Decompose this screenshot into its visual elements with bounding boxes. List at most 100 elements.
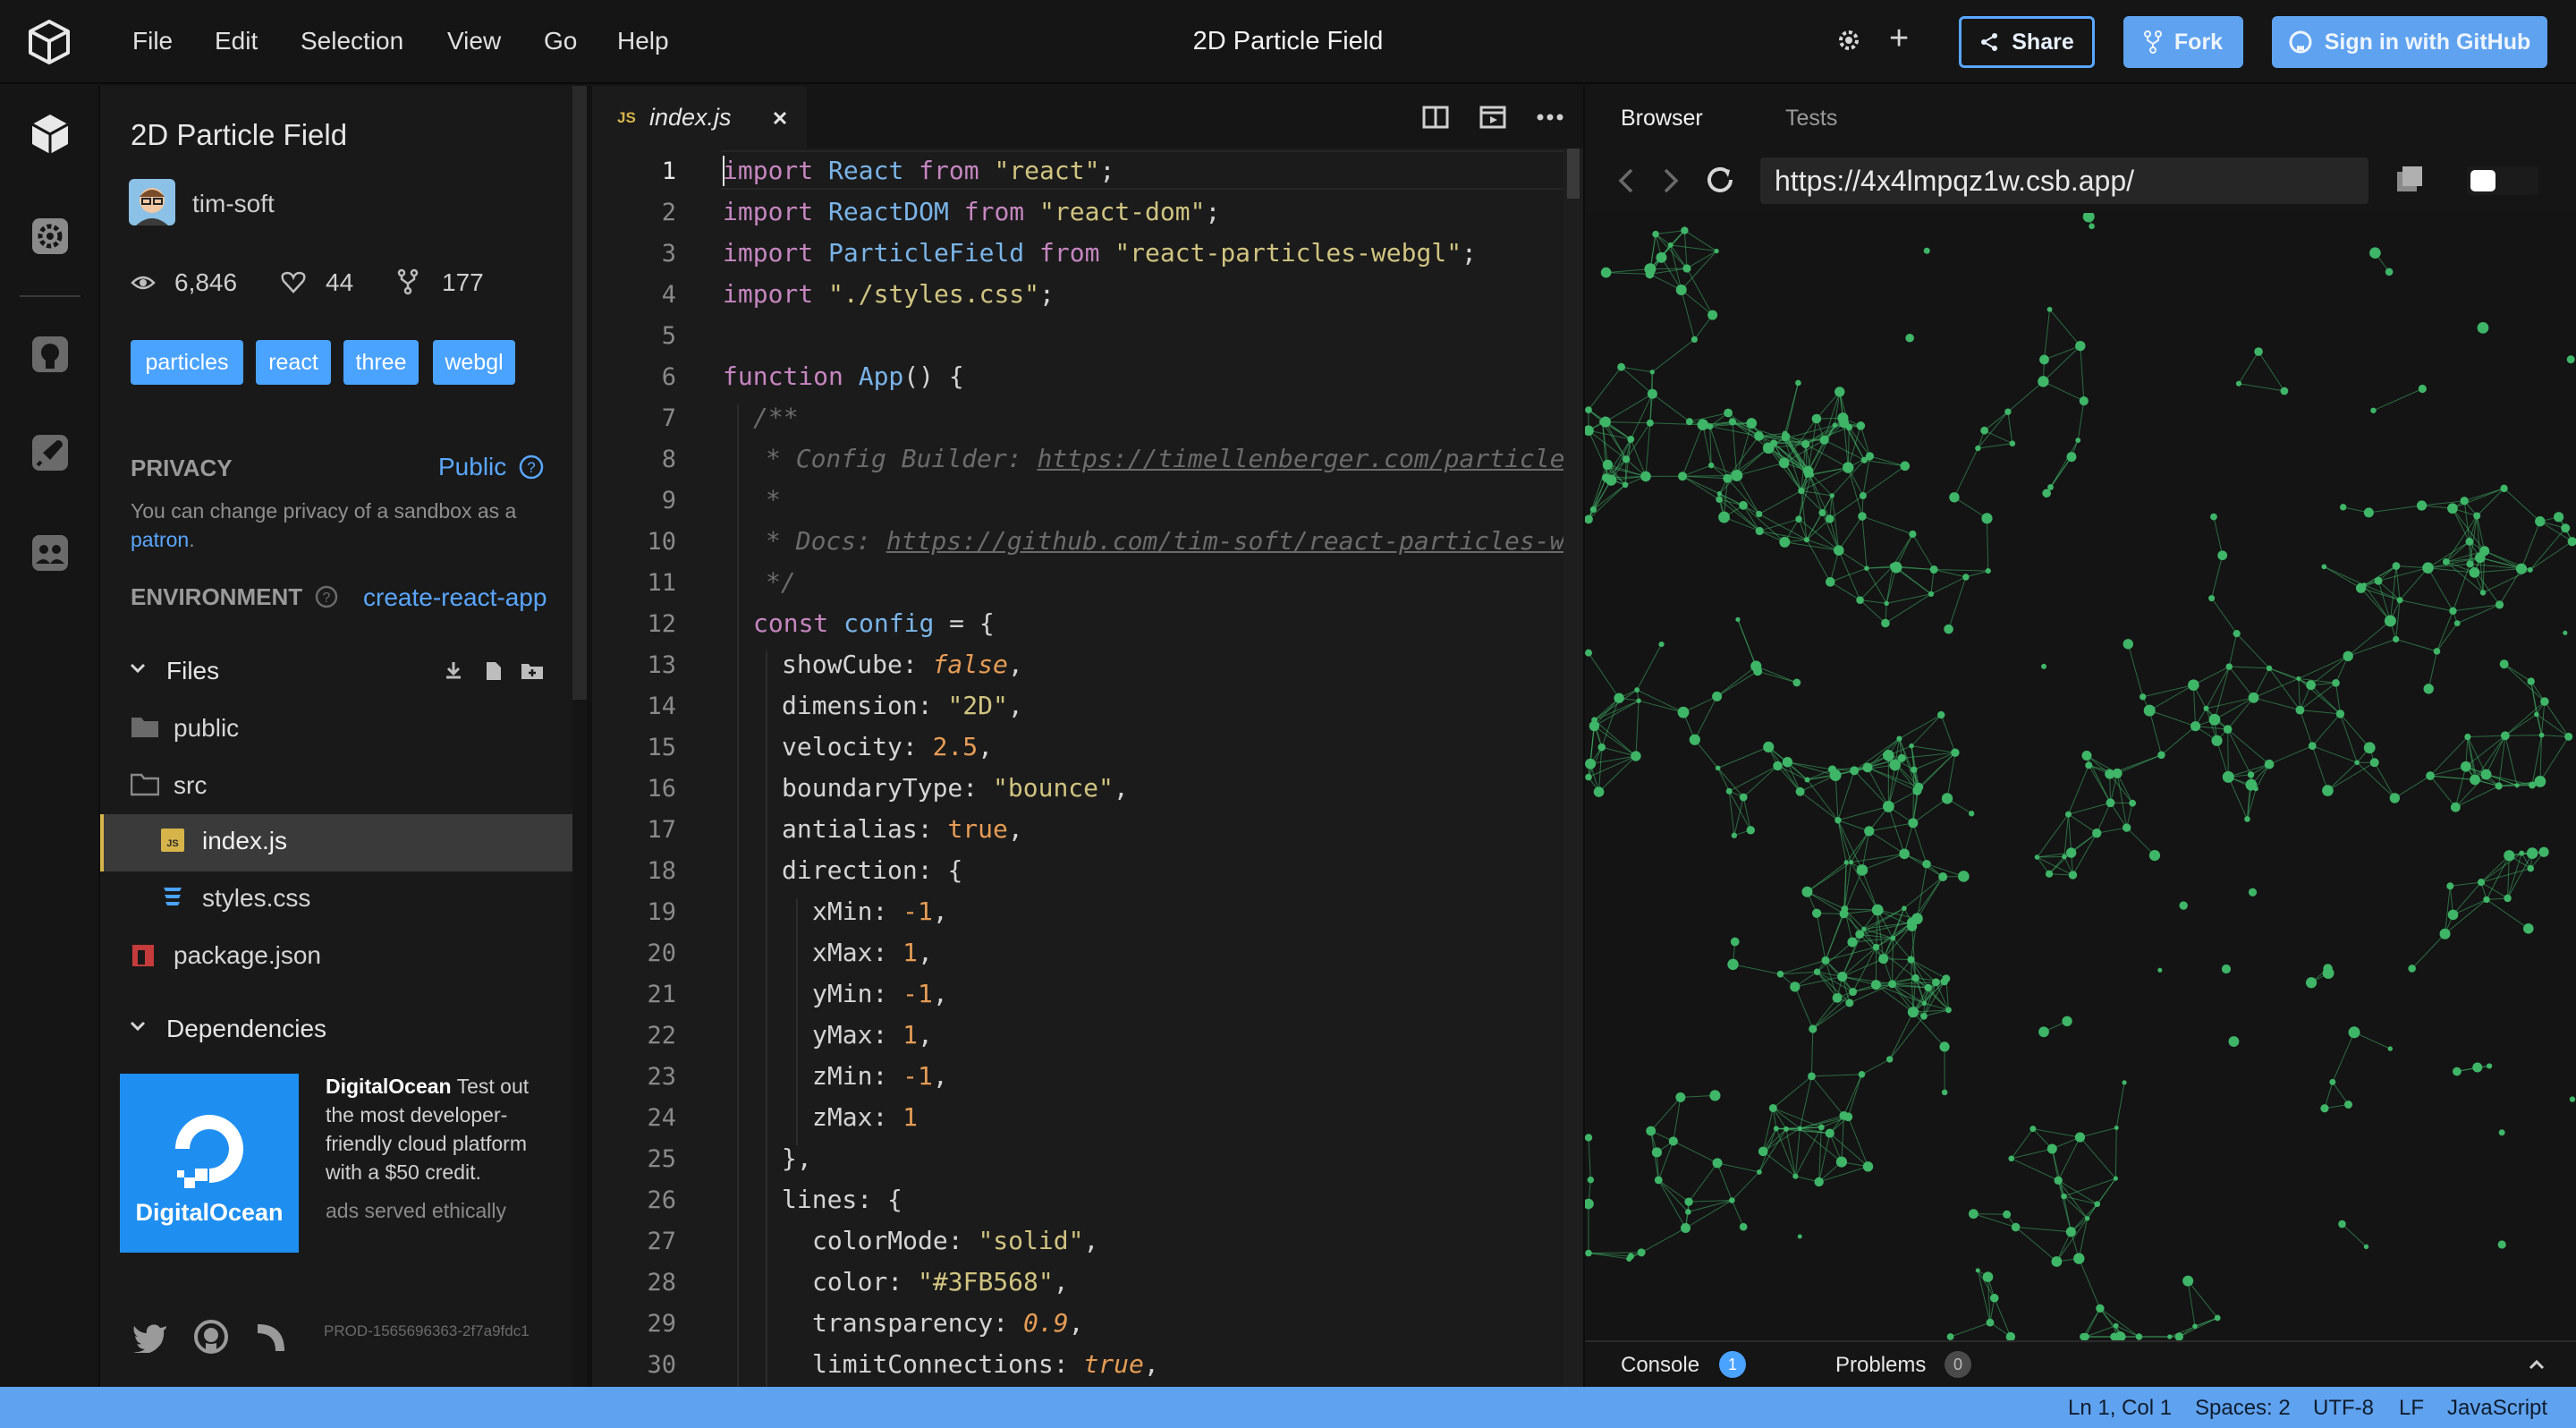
download-icon[interactable] (444, 660, 463, 680)
indentation[interactable]: Spaces: 2 (2195, 1396, 2291, 1421)
menu-selection[interactable]: Selection (301, 27, 403, 55)
environment-value[interactable]: create-react-app (363, 583, 547, 612)
line-endings[interactable]: LF (2399, 1396, 2424, 1421)
patron-link[interactable]: patron (131, 528, 189, 551)
menu-file[interactable]: File (132, 27, 173, 55)
particle-dot (1599, 416, 1611, 428)
particle-dot (2439, 928, 2451, 939)
plus-icon[interactable]: + (1889, 21, 1909, 55)
particle-dot (1968, 1209, 1979, 1220)
tag-webgl[interactable]: webgl (433, 340, 515, 385)
forward-arrow-icon[interactable] (1662, 166, 1680, 195)
code-line: import "./styles.css"; (723, 279, 1055, 309)
particle-canvas[interactable] (1585, 213, 2576, 1340)
particle-dot (1682, 264, 1691, 273)
new-folder-icon[interactable] (521, 662, 544, 680)
preview-toggle-icon[interactable] (1479, 106, 1506, 129)
cursor-position[interactable]: Ln 1, Col 1 (2068, 1396, 2172, 1421)
particle-dot (1795, 379, 1801, 387)
config-builder-link[interactable]: https://timellenberger.com/particles (1037, 444, 1580, 473)
particle-dot (2081, 751, 2092, 761)
particle-dot (1946, 1333, 1954, 1340)
ad-text[interactable]: DigitalOcean Test out the most developer… (326, 1072, 558, 1186)
fork-button[interactable]: Fork (2123, 16, 2243, 68)
menu-edit[interactable]: Edit (215, 27, 258, 55)
particle-dot (1941, 1089, 1948, 1096)
line-number: 3 (661, 240, 676, 268)
ad-banner-image[interactable]: DigitalOcean (120, 1074, 299, 1253)
author-name[interactable]: tim-soft (192, 190, 275, 218)
folder-icon (131, 718, 158, 737)
live-collaboration-icon[interactable] (27, 530, 73, 576)
deploy-rocket-icon[interactable] (27, 429, 73, 476)
twitter-icon[interactable] (132, 1322, 168, 1353)
tag-three[interactable]: three (343, 340, 419, 385)
file-row-public[interactable] (100, 701, 572, 759)
particle-dot (1585, 758, 1597, 769)
menu-go[interactable]: Go (544, 27, 577, 55)
particle-dot (2385, 268, 2394, 276)
particle-dot (1813, 968, 1821, 975)
preview-tab-bar: Browser Tests (1585, 86, 2576, 149)
particle-dot (1843, 860, 1849, 865)
particle-dot (1750, 660, 1762, 672)
menu-view[interactable]: View (447, 27, 501, 55)
tag-particles[interactable]: particles (131, 340, 243, 385)
sandbox-info-icon[interactable] (27, 111, 73, 157)
tab-tests[interactable]: Tests (1785, 106, 1837, 132)
open-new-window-icon[interactable] (2394, 163, 2426, 195)
github-icon[interactable] (193, 1319, 229, 1355)
privacy-value[interactable]: Public (438, 453, 506, 481)
particle-dot (2369, 247, 2381, 259)
eye-icon (131, 276, 156, 290)
file-row-package-json[interactable] (100, 929, 572, 986)
sign-in-github-button[interactable]: Sign in with GitHub (2272, 16, 2547, 68)
share-button[interactable]: Share (1959, 16, 2095, 68)
console-tab[interactable]: Console (1621, 1353, 1699, 1378)
ad-served-label[interactable]: ads served ethically (326, 1199, 506, 1223)
tag-react[interactable]: react (256, 340, 331, 385)
settings-icon[interactable] (27, 213, 73, 259)
heart-icon[interactable] (281, 270, 306, 293)
back-arrow-icon[interactable] (1617, 166, 1635, 195)
particle-dot (1758, 1146, 1768, 1157)
dependencies-heading[interactable]: Dependencies (166, 1015, 326, 1043)
file-row-src[interactable] (100, 759, 572, 816)
url-input[interactable]: https://4x4lmpqz1w.csb.app/ (1760, 157, 2368, 204)
menu-help[interactable]: Help (617, 27, 669, 55)
particle-dot (2528, 781, 2536, 789)
tab-browser[interactable]: Browser (1621, 106, 1703, 132)
chevron-up-icon[interactable] (2528, 1358, 2546, 1371)
preview-toggle[interactable] (2467, 166, 2538, 195)
help-icon[interactable]: ? (315, 585, 338, 608)
codesandbox-logo-icon[interactable] (25, 18, 73, 66)
close-icon[interactable] (773, 111, 787, 125)
editor-tab-index-js[interactable]: JS index.js (592, 86, 807, 149)
docs-link[interactable]: https://github.com/tim-soft/react-partic… (886, 526, 1625, 556)
spectrum-icon[interactable] (256, 1322, 286, 1353)
avatar[interactable] (129, 179, 175, 225)
new-file-icon[interactable] (485, 660, 503, 682)
help-icon[interactable]: ? (519, 455, 544, 480)
particle-dot (2534, 776, 2546, 787)
chevron-down-icon[interactable] (129, 662, 147, 675)
more-options-icon[interactable] (1537, 113, 1563, 122)
particle-dot (1792, 678, 1801, 687)
particle-dot (1729, 1197, 1735, 1203)
language-mode[interactable]: JavaScript (2447, 1396, 2547, 1421)
editor-scrollbar-thumb[interactable] (1567, 149, 1580, 199)
particle-dot (1881, 618, 1890, 628)
editor-scrollbar[interactable] (1563, 149, 1583, 1387)
encoding[interactable]: UTF-8 (2313, 1396, 2374, 1421)
sidebar-scrollbar[interactable] (572, 86, 587, 700)
chevron-down-icon[interactable] (129, 1020, 147, 1033)
gear-icon[interactable] (1835, 27, 1862, 54)
particle-dot (1779, 536, 1791, 548)
refresh-icon[interactable] (1703, 163, 1737, 197)
line-number: 26 (647, 1186, 676, 1214)
split-view-icon[interactable] (1422, 106, 1449, 129)
files-heading[interactable]: Files (166, 657, 219, 685)
particle-dot (1685, 418, 1693, 426)
problems-tab[interactable]: Problems (1835, 1353, 1926, 1378)
github-icon[interactable] (27, 331, 73, 378)
